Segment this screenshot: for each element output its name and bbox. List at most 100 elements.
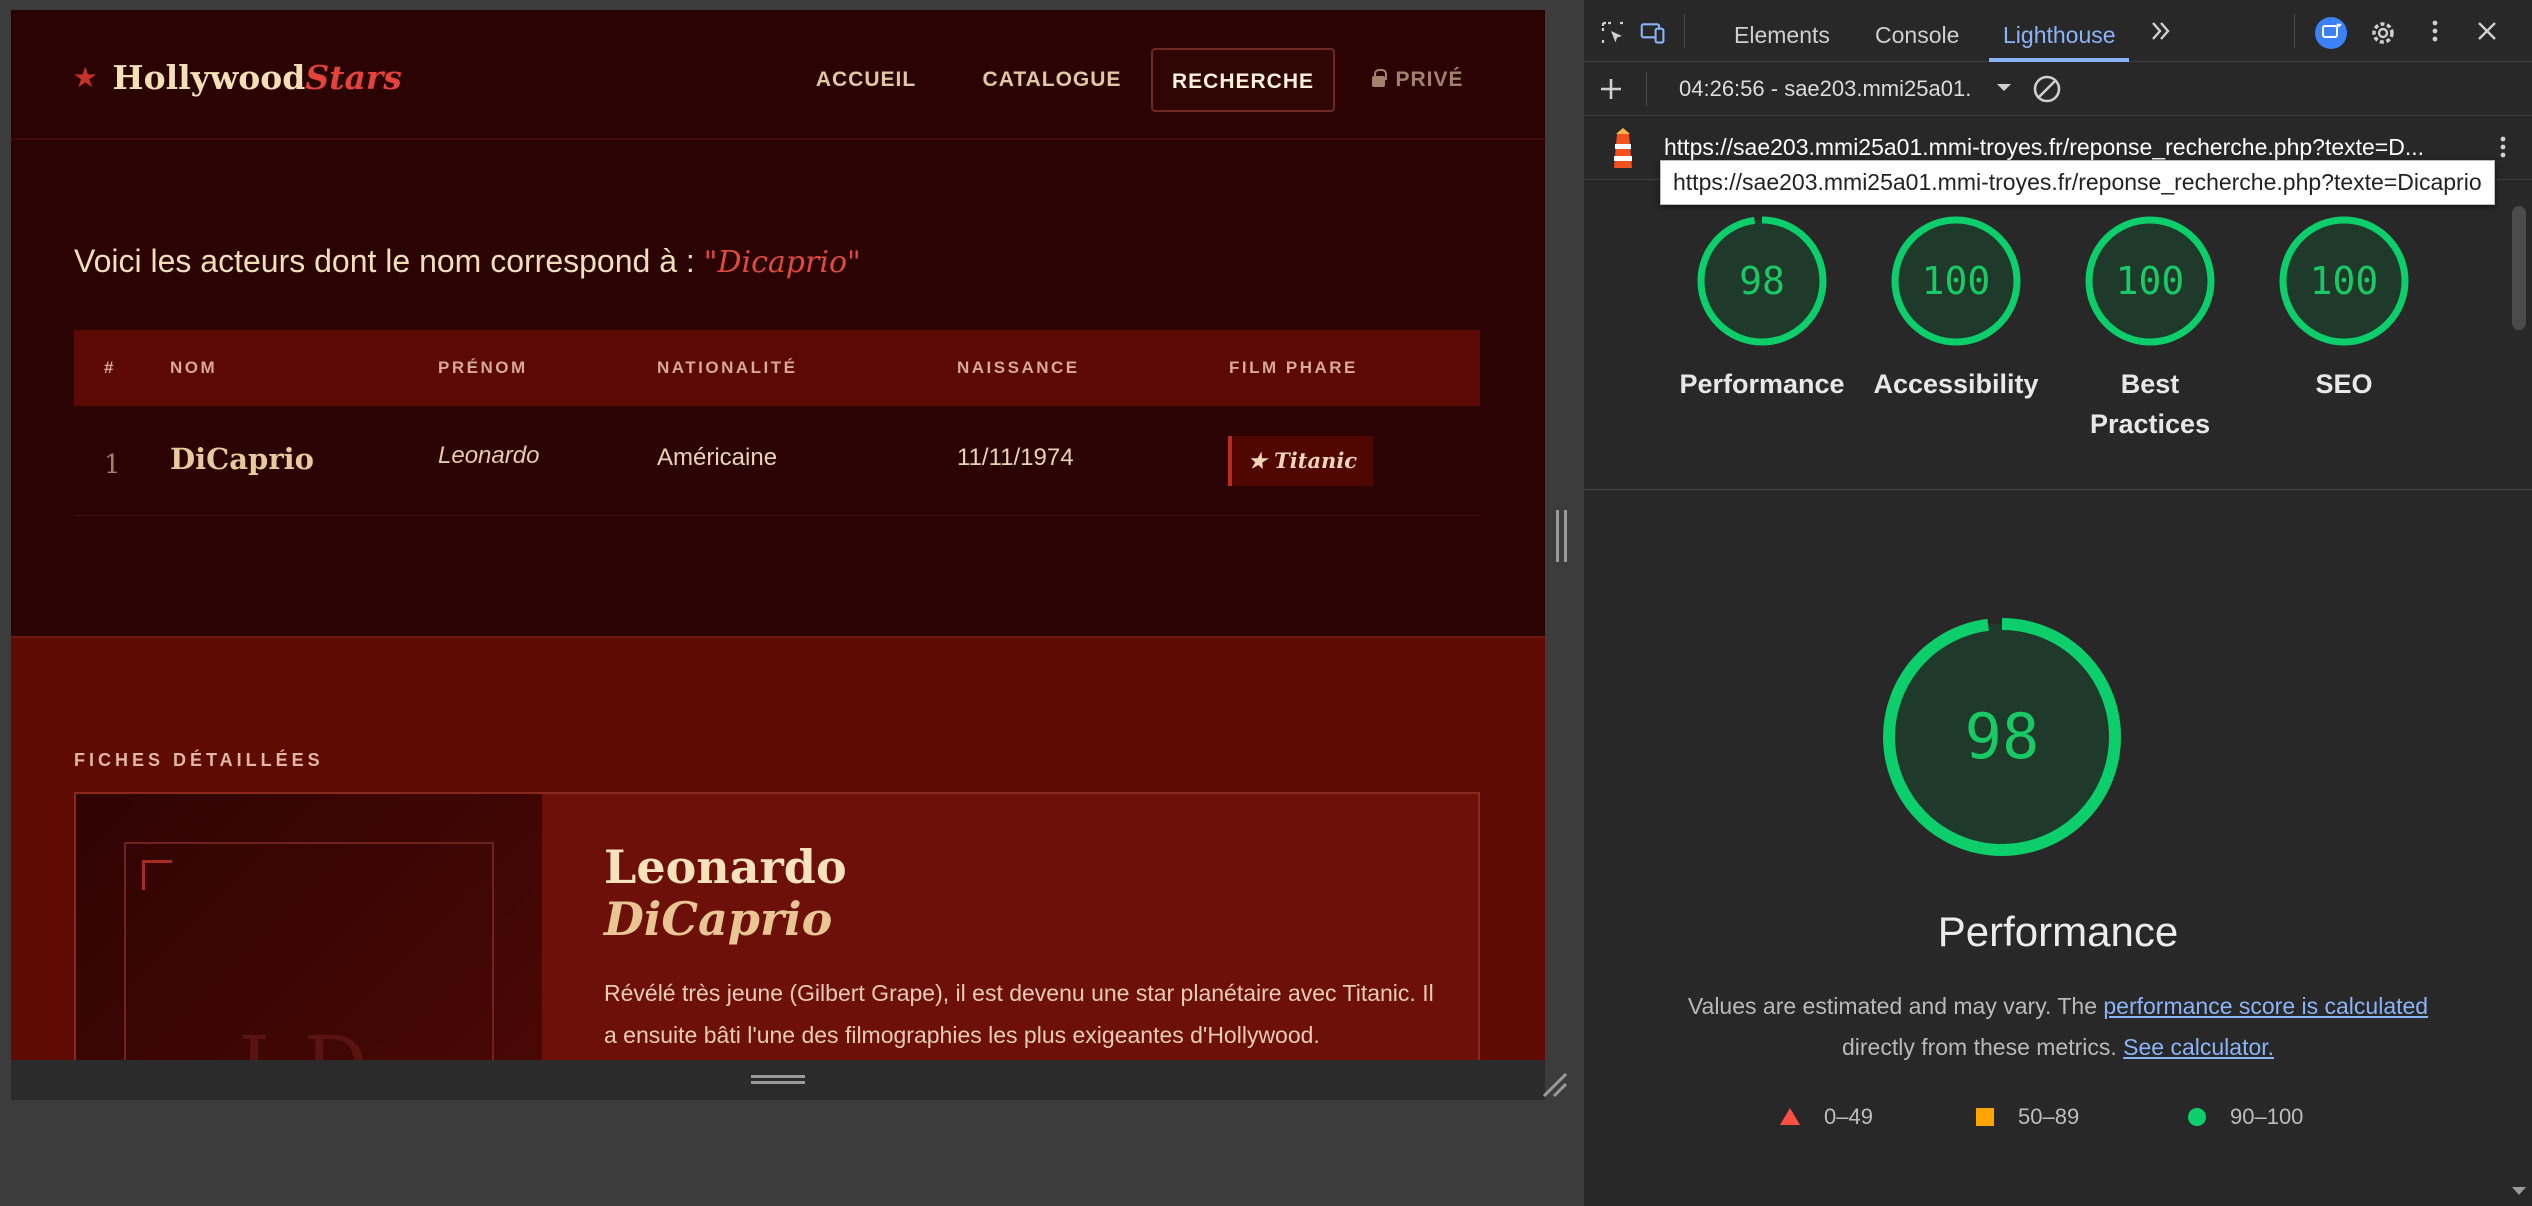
note-prefix: Values are estimated and may vary. The (1687, 993, 2097, 1019)
tab-console[interactable]: Console (1875, 22, 1959, 49)
card-bio: Révélé très jeune (Gilbert Grape), il es… (604, 980, 1434, 1048)
circle-icon (2188, 1108, 2206, 1126)
tab-elements[interactable]: Elements (1734, 22, 1830, 49)
report-select[interactable]: 04:26:56 - sae203.mmi25a01. (1679, 76, 1971, 102)
legend-fail: 0–49 (1780, 1104, 1873, 1130)
ai-assistance-icon[interactable] (2314, 16, 2348, 50)
gauge-score: 100 (2116, 259, 2185, 303)
triangle-icon (1780, 1108, 1800, 1125)
table-header: # NOM PRÉNOM NATIONALITÉ NAISSANCE FILM … (74, 330, 1480, 406)
score-calculated-link[interactable]: performance score is calculated (2103, 993, 2428, 1019)
tab-lighthouse[interactable]: Lighthouse (2003, 22, 2116, 49)
gauge-label: Best Practices (2090, 369, 2211, 439)
gauge-performance[interactable]: 98 Performance (1667, 216, 1857, 404)
square-icon (1976, 1108, 1994, 1126)
legend-pass: 90–100 (2188, 1104, 2303, 1130)
gauge-ring: 98 (1697, 216, 1827, 346)
report-url[interactable]: https://sae203.mmi25a01.mmi-troyes.fr/re… (1664, 134, 2424, 161)
corner-resize-icon[interactable] (1540, 1070, 1568, 1098)
gauge-score: 98 (1739, 259, 1785, 303)
gauge-seo[interactable]: 100 SEO (2249, 216, 2439, 404)
gauge-score: 100 (2310, 259, 2379, 303)
gauge-label: SEO (2315, 369, 2373, 399)
card-lastname: DiCaprio (604, 892, 833, 946)
cell-nom: DiCaprio (170, 442, 314, 476)
search-query: "Dicaprio" (703, 245, 861, 280)
site-header: ★ Hollywood Stars ACCUEIL CATALOGUE RECHE… (11, 10, 1545, 140)
legend-label: 50–89 (2018, 1104, 2080, 1129)
cell-prenom: Leonardo (438, 442, 540, 469)
cell-nationalite: Américaine (657, 444, 778, 471)
legend-label: 90–100 (2230, 1104, 2304, 1129)
header-film: FILM PHARE (1229, 358, 1358, 377)
header-num: # (104, 358, 116, 377)
see-calculator-link[interactable]: See calculator. (2123, 1034, 2274, 1060)
devtools-tabbar: Elements Console Lighthouse (1584, 0, 2532, 62)
cell-num: 1 (104, 450, 121, 480)
header-prenom: PRÉNOM (438, 358, 528, 377)
fiches-section: FICHES DÉTAILLÉES LD Leonardo DiCaprio R… (11, 636, 1545, 1060)
actor-card: LD Leonardo DiCaprio Révélé très jeune (… (74, 792, 1480, 1060)
clear-reports-icon[interactable] (2032, 74, 2062, 104)
kebab-menu-icon[interactable] (2422, 18, 2448, 44)
nav-catalogue[interactable]: CATALOGUE (957, 48, 1147, 112)
score-note: Values are estimated and may vary. The p… (1584, 986, 2532, 1068)
nav-prive-label: PRIVÉ (1395, 68, 1464, 91)
nav-prive[interactable]: PRIVÉ (1343, 48, 1493, 112)
close-icon[interactable] (2474, 18, 2500, 44)
more-tabs-icon[interactable] (2148, 18, 2174, 44)
url-tooltip: https://sae203.mmi25a01.mmi-troyes.fr/re… (1660, 160, 2495, 205)
separator (1684, 14, 1685, 48)
inspect-element-icon[interactable] (1600, 20, 1626, 46)
gauge-best-practices[interactable]: 100 Best Practices (2055, 216, 2245, 444)
actor-initials: LD (76, 1019, 542, 1060)
note-middle: directly from these metrics. (1841, 1034, 2117, 1060)
viewport-resize-bar[interactable] (11, 1060, 1545, 1100)
lock-icon (1372, 69, 1388, 87)
resize-grip-icon[interactable] (751, 1075, 805, 1084)
legend-label: 0–49 (1824, 1104, 1873, 1129)
score-gauges: 98 Performance 100 Accessibility 100 Bes… (1584, 180, 2532, 490)
report-menu-icon[interactable] (2490, 134, 2516, 160)
nav-recherche[interactable]: RECHERCHE (1151, 48, 1335, 112)
main-gauge-title: Performance (1937, 908, 2179, 955)
device-toolbar-icon[interactable] (1640, 20, 1666, 46)
side-resize-icon[interactable] (1556, 510, 1567, 562)
legend-average: 50–89 (1976, 1104, 2079, 1130)
logo-accent: Stars (305, 58, 402, 97)
nav-accueil[interactable]: ACCUEIL (793, 48, 939, 112)
logo-main: Hollywood (112, 58, 306, 97)
dropdown-arrow-icon[interactable] (1994, 78, 2014, 98)
gauge-score: 100 (1922, 259, 1991, 303)
section-title: FICHES DÉTAILLÉES (74, 750, 324, 770)
card-firstname: Leonardo (604, 840, 847, 894)
vertical-scrollbar[interactable] (2512, 206, 2526, 330)
gauge-label: Accessibility (1873, 369, 2039, 399)
results-table: # NOM PRÉNOM NATIONALITÉ NAISSANCE FILM … (74, 330, 1480, 516)
site-logo[interactable]: ★ Hollywood Stars (74, 58, 402, 97)
header-nationalite: NATIONALITÉ (657, 358, 798, 377)
film-tag: ★ Titanic (1228, 436, 1374, 486)
photo-corner (142, 860, 172, 890)
header-nom: NOM (170, 358, 218, 377)
add-report-icon[interactable] (1598, 76, 1624, 102)
devtools-panel: Elements Console Lighthouse 04:26:56 - s… (1584, 0, 2532, 1206)
search-intro: Voici les acteurs dont le nom correspond… (74, 243, 861, 280)
gauge-ring: 100 (2279, 216, 2409, 346)
page-viewport: ★ Hollywood Stars ACCUEIL CATALOGUE RECHE… (11, 10, 1545, 1060)
scroll-down-arrow-icon[interactable] (2510, 1184, 2528, 1198)
gauge-ring: 100 (2085, 216, 2215, 346)
table-row: 1 DiCaprio Leonardo Américaine 11/11/197… (74, 406, 1480, 516)
gauge-accessibility[interactable]: 100 Accessibility (1861, 216, 2051, 404)
intro-text: Voici les acteurs dont le nom correspond… (74, 243, 695, 279)
lighthouse-toolbar: 04:26:56 - sae203.mmi25a01. (1584, 62, 2532, 116)
actor-photo: LD (76, 794, 542, 1060)
gauge-ring: 100 (1891, 216, 2021, 346)
separator (2294, 14, 2295, 48)
main-performance-gauge: 98 (1883, 618, 2121, 856)
header-naissance: NAISSANCE (957, 358, 1080, 377)
gauge-label: Performance (1679, 369, 1845, 399)
settings-gear-icon[interactable] (2368, 18, 2398, 48)
lighthouse-logo-icon (1614, 128, 1632, 168)
star-icon: ★ (74, 63, 97, 92)
